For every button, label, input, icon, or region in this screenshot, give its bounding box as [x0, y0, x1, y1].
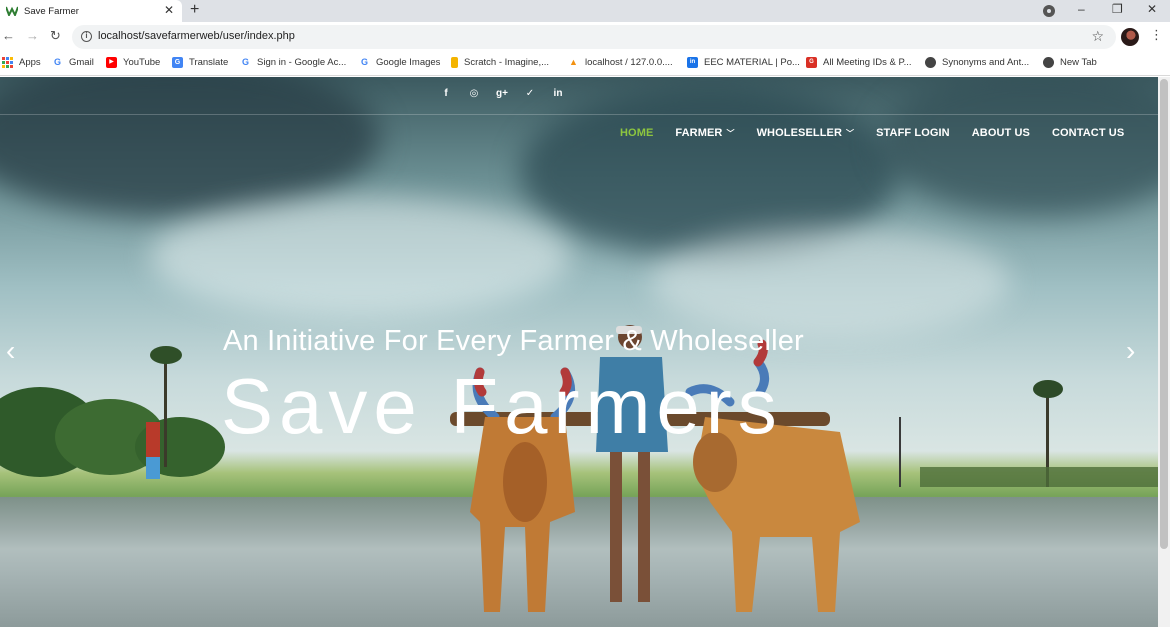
youtube-icon: ▶ [106, 57, 117, 68]
main-navigation: HOME FARMER ﹀ WHOLESELLER ﹀ STAFF LOGIN AB… [620, 127, 1124, 139]
bookmark-label: Apps [19, 57, 41, 68]
bookmark-new-tab[interactable]: New Tab [1043, 57, 1097, 68]
forward-icon[interactable]: → [26, 28, 39, 43]
nav-staff-login[interactable]: STAFF LOGIN [876, 127, 950, 139]
bookmark-eec-material[interactable]: in EEC MATERIAL | Po... [687, 57, 800, 68]
apps-grid-icon [2, 57, 13, 68]
bookmark-icon [451, 57, 458, 68]
google-icon: G [53, 57, 61, 67]
instagram-icon[interactable]: ◎ [468, 88, 480, 100]
site-info-icon[interactable]: i [81, 31, 92, 42]
twitter-icon[interactable]: ✓ [524, 88, 536, 100]
bookmark-label: Synonyms and Ant... [942, 57, 1030, 68]
nav-label: ABOUT US [971, 127, 1030, 139]
bookmark-label: Sign in - Google Ac... [257, 57, 347, 68]
bookmark-google-images[interactable]: G Google Images [359, 57, 440, 68]
nav-home[interactable]: HOME [620, 127, 653, 139]
nav-label: WHOLESELLER [756, 127, 842, 139]
page-scrollbar[interactable] [1158, 77, 1170, 627]
social-links: f ◎ g+ ✓ in [440, 88, 564, 100]
bookmark-label: Gmail [69, 57, 94, 68]
nav-contact-us[interactable]: CONTACT US [1052, 127, 1124, 139]
hero-headline: Save Farmers [221, 362, 783, 450]
storm-cloud [0, 77, 380, 217]
nav-wholeseller[interactable]: WHOLESELLER ﹀ [757, 127, 855, 139]
globe-icon [1043, 57, 1054, 68]
tab-close-icon[interactable]: ✕ [164, 3, 174, 17]
translate-icon: G [172, 57, 183, 68]
nav-label: CONTACT US [1051, 127, 1125, 139]
bookmark-meeting-ids[interactable]: G All Meeting IDs & P... [806, 57, 912, 68]
chevron-down-icon: ﹀ [846, 129, 855, 138]
bookmark-label: Scratch - Imagine,... [464, 57, 550, 68]
hero-banner: f ◎ g+ ✓ in HOME FARMER ﹀ WHOLESELLER ﹀ ST… [0, 77, 1158, 627]
site-icon: G [806, 57, 817, 68]
browser-toolbar: ← → ↻ i localhost/savefarmerweb/user/ind… [0, 22, 1170, 52]
reload-icon[interactable]: ↻ [50, 28, 61, 44]
bookmark-label: YouTube [123, 57, 161, 68]
bookmark-scratch[interactable]: Scratch - Imagine,... [451, 57, 549, 68]
bookmark-label: EEC MATERIAL | Po... [704, 57, 800, 68]
browser-tab[interactable]: Save Farmer ✕ [0, 0, 182, 22]
nav-about-us[interactable]: ABOUT US [972, 127, 1030, 139]
tab-title: Save Farmer [24, 5, 79, 17]
phpmyadmin-icon: ▲ [569, 57, 578, 67]
nav-label: STAFF LOGIN [876, 127, 950, 139]
nav-label: HOME [620, 127, 654, 139]
header-divider [0, 114, 1158, 115]
minimize-icon[interactable]: – [1078, 2, 1085, 16]
light-cloud [650, 227, 1010, 337]
menu-kebab-icon[interactable]: ⋮ [1150, 27, 1163, 43]
bookmark-translate[interactable]: G Translate [172, 57, 228, 68]
chevron-down-icon: ﹀ [726, 129, 735, 138]
nav-farmer[interactable]: FARMER ﹀ [675, 127, 734, 139]
carousel-next-icon[interactable]: › [1126, 335, 1135, 367]
bookmark-localhost[interactable]: ▲ localhost / 127.0.0.... [568, 57, 673, 68]
address-bar[interactable]: i localhost/savefarmerweb/user/index.php… [72, 25, 1116, 49]
window-close-icon[interactable]: ✕ [1147, 2, 1157, 16]
facebook-icon[interactable]: f [440, 88, 452, 100]
bookmarks-bar: Apps G Gmail ▶ YouTube G Translate G Sig… [0, 52, 1170, 76]
scrollbar-thumb[interactable] [1160, 79, 1168, 549]
nav-label: FARMER [675, 127, 723, 139]
site-favicon-icon [6, 6, 18, 16]
bookmark-star-icon[interactable]: ☆ [1091, 28, 1104, 45]
bookmark-label: Translate [189, 57, 229, 68]
bookmark-label: localhost / 127.0.0.... [585, 57, 673, 68]
back-icon[interactable]: ← [2, 28, 15, 43]
linkedin-icon[interactable]: in [552, 88, 564, 100]
extension-icon[interactable] [1043, 5, 1055, 17]
carousel-prev-icon[interactable]: ‹ [6, 335, 15, 367]
profile-avatar[interactable] [1121, 28, 1139, 46]
bookmark-synonyms[interactable]: Synonyms and Ant... [925, 57, 1029, 68]
bookmark-sign-in[interactable]: G Sign in - Google Ac... [240, 57, 346, 68]
bookmark-label: New Tab [1060, 57, 1097, 68]
hero-tagline: An Initiative For Every Farmer & Wholese… [223, 325, 804, 357]
palm-tree-illustration [899, 380, 1158, 487]
globe-icon [925, 57, 936, 68]
bookmark-gmail[interactable]: G Gmail [52, 57, 94, 68]
site-icon: in [687, 57, 698, 68]
google-icon: G [241, 57, 249, 67]
bookmark-apps[interactable]: Apps [2, 57, 41, 68]
tree-line-illustration [0, 346, 225, 479]
address-url[interactable]: localhost/savefarmerweb/user/index.php [98, 30, 295, 42]
google-icon: G [360, 57, 368, 67]
bookmark-label: Google Images [376, 57, 441, 68]
bookmark-youtube[interactable]: ▶ YouTube [106, 57, 160, 68]
light-cloud [150, 197, 570, 317]
browser-tab-strip: Save Farmer ✕ + – ❐ ✕ [0, 0, 1170, 22]
storm-cloud [880, 77, 1158, 217]
google-plus-icon[interactable]: g+ [496, 88, 508, 100]
new-tab-icon[interactable]: + [190, 1, 199, 19]
maximize-icon[interactable]: ❐ [1112, 2, 1123, 16]
bookmark-label: All Meeting IDs & P... [823, 57, 912, 68]
